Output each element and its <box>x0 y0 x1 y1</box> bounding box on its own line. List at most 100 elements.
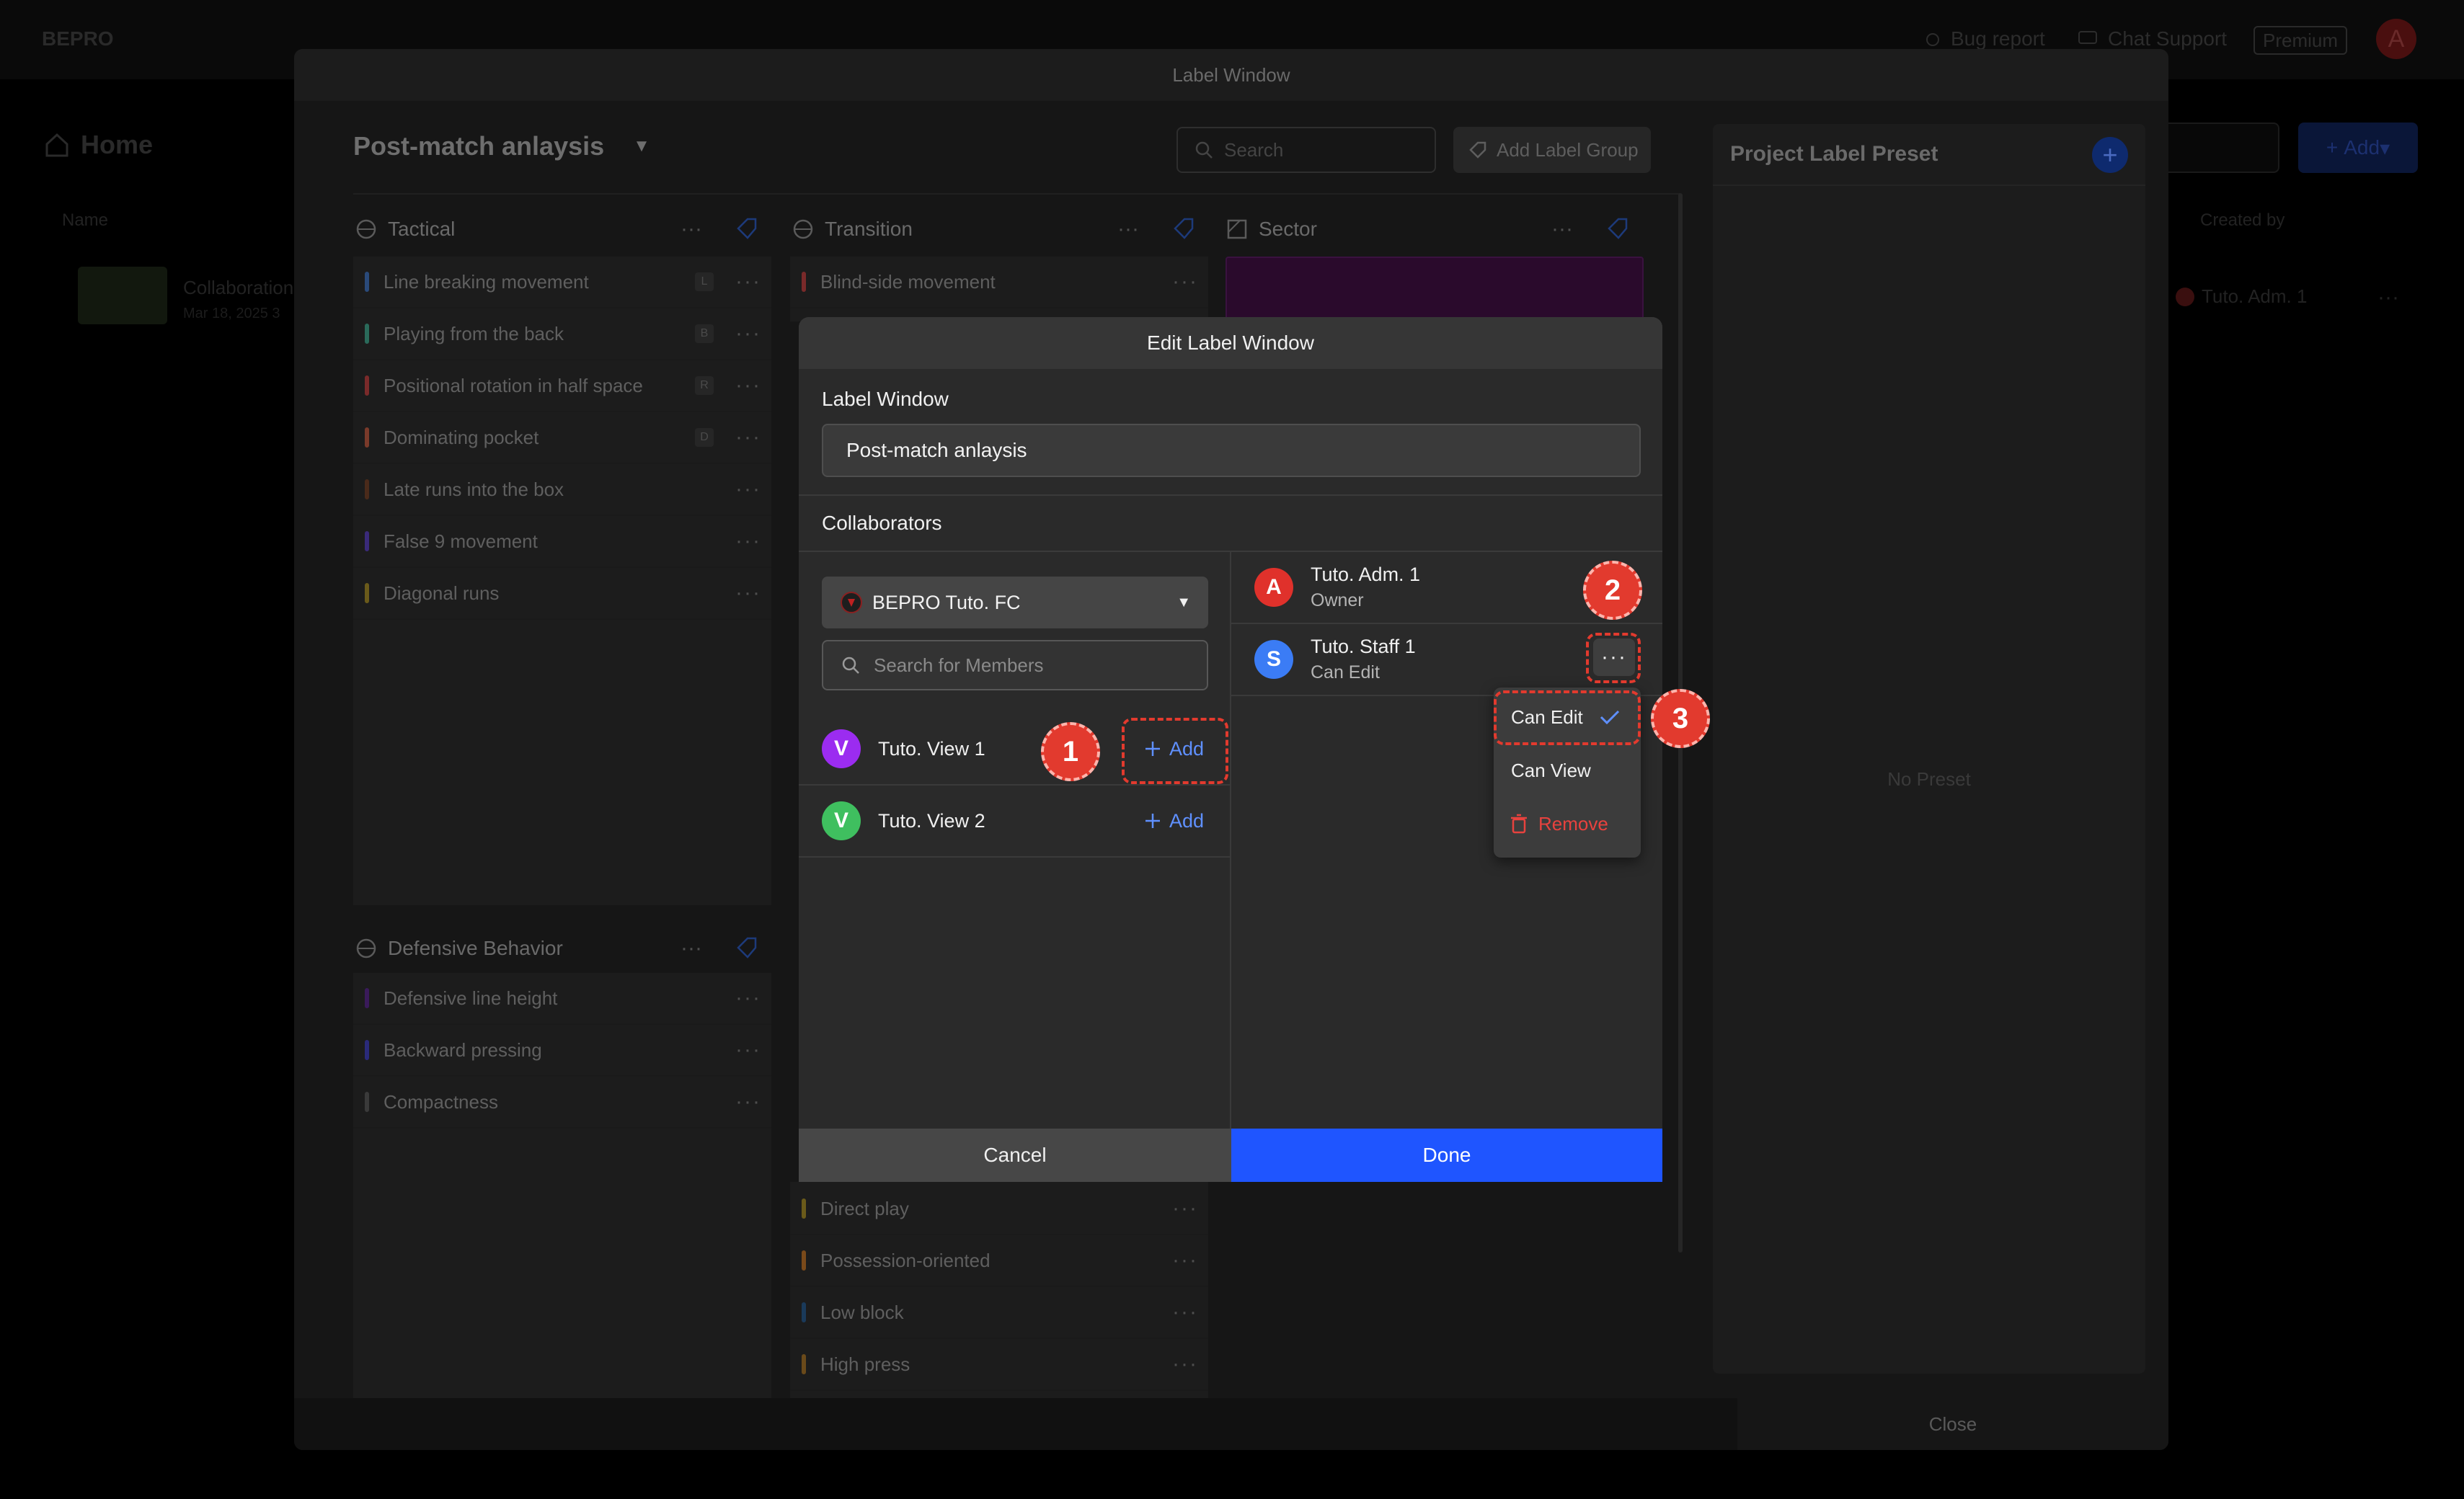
label-more-button[interactable]: ··· <box>735 373 761 398</box>
label-more-button[interactable]: ··· <box>735 1038 761 1062</box>
chat-support-link[interactable]: Chat Support <box>2078 27 2227 50</box>
label-text: Playing from the back <box>384 322 564 344</box>
label-window-name-input[interactable]: Post-match anlaysis <box>822 424 1641 477</box>
label-text: Defensive line height <box>384 987 558 1009</box>
shortcut-key: B <box>695 324 714 343</box>
row-more-button[interactable]: ··· <box>2377 285 2399 310</box>
step-2-badge: 2 <box>1583 561 1642 620</box>
highlight-can-edit <box>1494 690 1641 745</box>
label-row[interactable]: Line breaking movement L ··· <box>353 257 771 308</box>
label-more-button[interactable]: ··· <box>735 270 761 294</box>
caret-down-icon: ▼ <box>633 136 650 156</box>
add-member-button[interactable]: Add <box>1143 810 1204 832</box>
label-more-button[interactable]: ··· <box>1172 1300 1198 1325</box>
app-add-button[interactable]: + Add ▾ <box>2298 123 2418 173</box>
shortcut-key: L <box>695 272 714 291</box>
label-row[interactable]: Playing from the back B ··· <box>353 308 771 360</box>
label-text: Low block <box>820 1301 904 1323</box>
member-row: V Tuto. View 2 Add <box>799 786 1230 858</box>
app-logo: BEPRO <box>42 27 114 50</box>
member-search-input[interactable]: Search for Members <box>822 640 1208 690</box>
label-text: Blind-side movement <box>820 270 996 293</box>
label-row[interactable]: Direct play ··· <box>790 1183 1208 1235</box>
home-nav[interactable]: Home <box>43 130 153 160</box>
label-color-bar <box>365 479 369 499</box>
group-more-button[interactable]: ··· <box>1551 217 1573 241</box>
group-name: Defensive Behavior <box>388 937 563 959</box>
label-more-button[interactable]: ··· <box>735 581 761 605</box>
label-more-button[interactable]: ··· <box>735 477 761 502</box>
add-label-group-button[interactable]: Add Label Group <box>1453 127 1651 173</box>
group-more-button[interactable]: ··· <box>1117 217 1139 241</box>
divider <box>353 193 1680 195</box>
project-thumbnail[interactable] <box>78 267 167 324</box>
transition-group-header: Transition ··· <box>792 215 1210 244</box>
label-more-button[interactable]: ··· <box>1172 270 1198 294</box>
home-icon <box>45 133 68 157</box>
close-button[interactable]: Close <box>1737 1398 2168 1450</box>
add-label-icon[interactable] <box>1172 216 1197 241</box>
done-button[interactable]: Done <box>1231 1129 1662 1182</box>
add-preset-button[interactable]: + <box>2092 137 2128 173</box>
label-text: Compactness <box>384 1090 498 1113</box>
label-row[interactable]: High press ··· <box>790 1339 1208 1391</box>
label-row[interactable]: Dominating pocket D ··· <box>353 412 771 464</box>
label-color-bar <box>802 272 806 292</box>
app-add-label: Add <box>2344 136 2380 159</box>
plus-icon <box>1145 814 1160 828</box>
col-header-created: Created by <box>2200 210 2285 230</box>
bug-report-link[interactable]: Bug report <box>1923 27 2045 50</box>
label-more-button[interactable]: ··· <box>735 986 761 1010</box>
collaborator-role: Owner <box>1311 590 1364 610</box>
label-more-button[interactable]: ··· <box>735 321 761 346</box>
label-more-button[interactable]: ··· <box>735 425 761 450</box>
label-more-button[interactable]: ··· <box>1172 1352 1198 1376</box>
collaborator-name: Tuto. Adm. 1 <box>1311 564 1421 585</box>
divider <box>799 494 1662 496</box>
label-color-bar <box>802 1354 806 1374</box>
tag-plus-icon <box>1469 141 1486 159</box>
label-more-button[interactable]: ··· <box>1172 1248 1198 1273</box>
menu-item-remove[interactable]: Remove <box>1494 797 1641 850</box>
project-selector[interactable]: Post-match anlaysis ▼ <box>353 131 650 161</box>
remove-label: Remove <box>1538 812 1608 835</box>
label-row[interactable]: Defensive line height ··· <box>353 973 771 1025</box>
premium-badge[interactable]: Premium <box>2254 26 2347 55</box>
add-label-icon[interactable] <box>735 935 760 960</box>
step-3-badge: 3 <box>1651 689 1710 748</box>
label-row[interactable]: Low block ··· <box>790 1287 1208 1339</box>
team-select[interactable]: BEPRO Tuto. FC ▼ <box>822 577 1208 628</box>
label-search-input[interactable]: Search <box>1176 127 1436 173</box>
label-color-bar <box>802 1302 806 1322</box>
label-text: Line breaking movement <box>384 270 589 293</box>
globe-icon <box>356 219 376 239</box>
project-title[interactable]: Collaboration <box>183 277 293 299</box>
label-row[interactable]: Late runs into the box ··· <box>353 464 771 516</box>
label-row[interactable]: False 9 movement ··· <box>353 516 771 568</box>
label-row[interactable]: Diagonal runs ··· <box>353 568 771 620</box>
shortcut-key: R <box>695 376 714 395</box>
menu-item-can-view[interactable]: Can View <box>1494 744 1641 797</box>
label-more-button[interactable]: ··· <box>1172 1196 1198 1221</box>
collaborator-name: Tuto. Staff 1 <box>1311 636 1416 657</box>
add-label-icon[interactable] <box>735 216 760 241</box>
team-name: BEPRO Tuto. FC <box>872 591 1021 613</box>
member-avatar: V <box>822 801 861 840</box>
label-row[interactable]: Backward pressing ··· <box>353 1025 771 1077</box>
member-avatar: V <box>822 729 861 768</box>
label-more-button[interactable]: ··· <box>735 1090 761 1114</box>
add-label-group-label: Add Label Group <box>1497 138 1639 161</box>
user-avatar[interactable]: A <box>2376 19 2416 59</box>
bug-report-label: Bug report <box>1951 27 2045 50</box>
search-icon <box>1195 141 1213 159</box>
add-label-icon[interactable] <box>1606 216 1631 241</box>
label-row[interactable]: Compactness ··· <box>353 1077 771 1129</box>
label-row[interactable]: Blind-side movement ··· <box>790 257 1208 308</box>
label-more-button[interactable]: ··· <box>735 529 761 553</box>
sector-field-image[interactable] <box>1226 257 1644 321</box>
group-more-button[interactable]: ··· <box>681 936 702 961</box>
group-more-button[interactable]: ··· <box>681 217 702 241</box>
label-row[interactable]: Positional rotation in half space R ··· <box>353 360 771 412</box>
label-row[interactable]: Possession-oriented ··· <box>790 1235 1208 1287</box>
cancel-button[interactable]: Cancel <box>799 1129 1231 1182</box>
